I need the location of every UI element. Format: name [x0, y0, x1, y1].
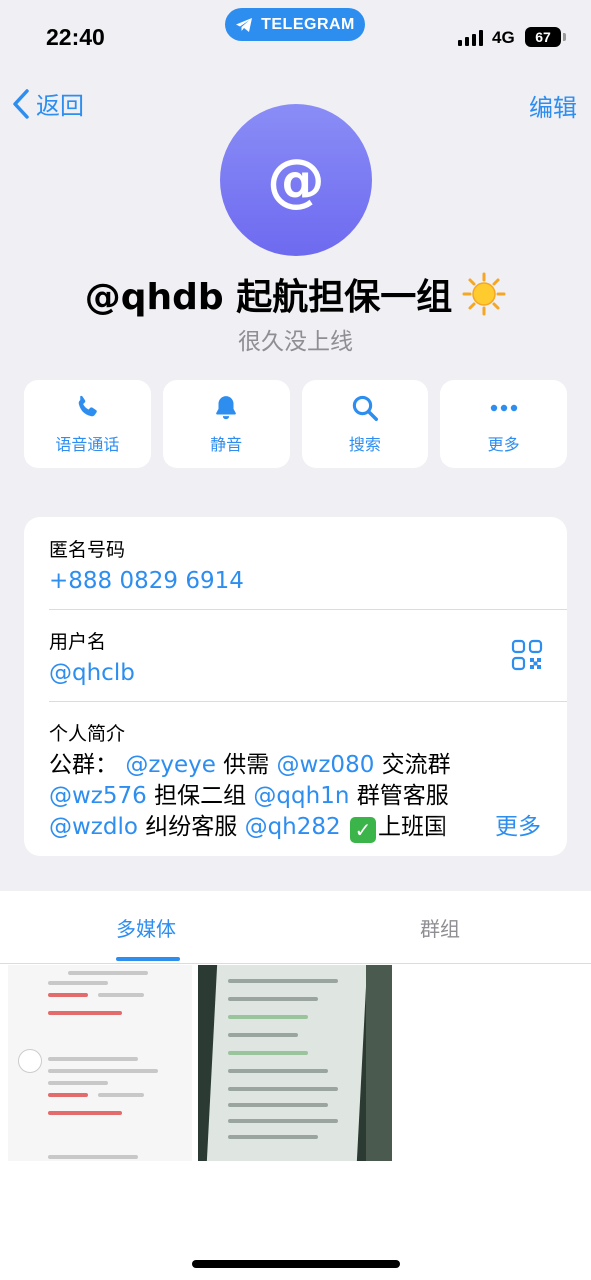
media-thumbnail[interactable] [198, 965, 392, 1161]
profile-name: @qhdb 起航担保一组 [84, 277, 453, 318]
thumb-line [228, 1015, 308, 1019]
thumb-line [68, 971, 148, 975]
thumb-line [98, 993, 144, 997]
profile-name-row: @qhdb 起航担保一组 [0, 268, 591, 320]
thumb-line [228, 1119, 338, 1123]
thumb-screen [206, 965, 368, 1161]
signal-icon [458, 30, 483, 46]
bio-mention[interactable]: @wzdlo [49, 814, 138, 840]
avatar-glyph: @ [267, 146, 325, 214]
mute-button[interactable]: 静音 [162, 380, 290, 468]
home-indicator[interactable] [192, 1260, 400, 1268]
tab-groups[interactable]: 群组 [420, 913, 460, 942]
bio-text-segment: 纠纷客服 [145, 814, 238, 840]
thumb-line [228, 1051, 308, 1055]
bio-mention[interactable]: @wz080 [277, 752, 375, 778]
thumb-line [48, 993, 88, 997]
battery-icon: 67 [525, 27, 566, 47]
voice-call-label: 语音通话 [55, 435, 120, 454]
username-label: 用户名 [49, 631, 107, 653]
bell-icon [216, 396, 237, 420]
bio-text-segment: 群管客服 [356, 783, 449, 809]
thumb-line [228, 1033, 298, 1037]
bio-text-segment: 担保二组 [154, 783, 247, 809]
thumb-line [48, 1069, 158, 1073]
thumb-avatar [18, 1049, 42, 1073]
more-icon [490, 404, 517, 412]
bio-text-segment: 公群： [49, 752, 118, 778]
bio-text-segment: 供需 [223, 752, 270, 778]
avatar[interactable]: @ [220, 104, 372, 256]
mute-label: 静音 [210, 435, 243, 454]
thumb-line [228, 979, 338, 983]
thumb-line [48, 981, 108, 985]
network-type: 4G [492, 28, 515, 47]
telegram-pill-label: TELEGRAM [261, 15, 355, 33]
bio-mention[interactable]: @wz576 [49, 783, 147, 809]
bio-mention[interactable]: @qh282 [245, 814, 341, 840]
bio-text-segment: 交流群 [381, 752, 451, 778]
bio-mention[interactable]: @qqh1n [253, 783, 349, 809]
thumb-line [48, 1011, 122, 1015]
bio-line: 公群： @zyeye 供需 @wz080 交流群 [49, 750, 547, 781]
status-time: 22:40 [46, 24, 105, 50]
info-card: 匿名号码 +888 0829 6914 用户名 @qhclb 个人简介 公群： … [24, 517, 567, 856]
media-thumbnail[interactable] [8, 965, 192, 1161]
divider [49, 609, 567, 610]
action-bar: 语音通话 静音 搜索 更多 [24, 380, 567, 468]
back-label: 返回 [36, 92, 84, 120]
bio-section: 个人简介 公群： @zyeye 供需 @wz080 交流群 @wz576 担保二… [49, 719, 547, 843]
divider [0, 963, 591, 964]
thumb-line [48, 1081, 108, 1085]
bio-label: 个人简介 [49, 723, 126, 745]
status-bar: 22:40 TELEGRAM 4G 67 [0, 0, 591, 70]
more-label: 更多 [487, 435, 520, 454]
qr-code-icon[interactable] [511, 639, 543, 671]
phone-value[interactable]: +888 0829 6914 [49, 568, 567, 594]
back-button[interactable]: 返回 [12, 86, 84, 121]
thumb-line [48, 1057, 138, 1061]
thumb-line [98, 1093, 144, 1097]
thumb-line [228, 997, 318, 1001]
more-button[interactable]: 更多 [440, 380, 567, 468]
tab-media[interactable]: 多媒体 [116, 913, 176, 942]
thumb-line [48, 1093, 88, 1097]
search-button[interactable]: 搜索 [301, 380, 429, 468]
telegram-pill[interactable]: TELEGRAM [225, 8, 365, 41]
thumb-line [228, 1087, 338, 1091]
thumb-line [228, 1069, 328, 1073]
phone-label: 匿名号码 [49, 539, 126, 561]
username-row[interactable]: 用户名 @qhclb [49, 627, 567, 686]
thumb-line [228, 1103, 328, 1107]
bio-line: @wzdlo 纠纷客服 @qh282 ✓ 上班国 更多 [49, 812, 547, 843]
last-seen-status: 很久没上线 [238, 329, 353, 355]
thumb-edge [366, 965, 392, 1161]
check-mark-emoji-icon: ✓ [349, 817, 376, 843]
search-icon [352, 395, 378, 421]
bio-text: 公群： @zyeye 供需 @wz080 交流群 @wz576 担保二组 @qq… [49, 750, 547, 843]
search-label: 搜索 [348, 435, 381, 454]
thumb-line [228, 1135, 318, 1139]
bio-line: @wz576 担保二组 @qqh1n 群管客服 [49, 781, 547, 812]
divider [49, 701, 567, 702]
chevron-left-icon [13, 88, 29, 119]
battery-level: 67 [535, 29, 551, 45]
telegram-plane-icon [236, 17, 253, 32]
voice-call-button[interactable]: 语音通话 [24, 380, 151, 468]
thumb-line [48, 1111, 122, 1115]
sun-emoji-icon [462, 272, 506, 316]
bio-mention[interactable]: @zyeye [125, 752, 216, 778]
phone-icon [79, 395, 98, 417]
thumb-line [48, 1155, 138, 1159]
username-value[interactable]: @qhclb [49, 660, 567, 686]
phone-row[interactable]: 匿名号码 +888 0829 6914 [49, 535, 567, 594]
bio-more-link[interactable]: 更多 [435, 812, 541, 843]
tab-active-indicator [116, 957, 180, 961]
edit-button[interactable]: 编辑 [529, 88, 577, 123]
